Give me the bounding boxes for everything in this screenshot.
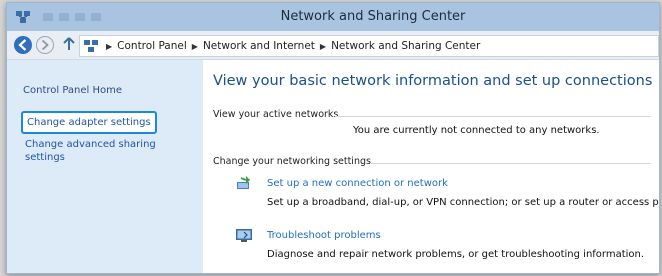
main-content: View your basic network information and … [203, 60, 659, 273]
sidebar-item-control-panel-home[interactable]: Control Panel Home [23, 84, 122, 97]
breadcrumb-network-and-internet[interactable]: Network and Internet [203, 40, 315, 52]
sidebar-item-change-adapter-settings[interactable]: Change adapter settings [21, 111, 157, 134]
setup-connection-description: Set up a broadband, dial-up, or VPN conn… [267, 197, 660, 208]
change-settings-label: Change your networking settings [213, 156, 371, 167]
troubleshoot-icon[interactable] [235, 226, 253, 244]
breadcrumb-network-sharing-center[interactable]: Network and Sharing Center [331, 40, 480, 52]
sidebar-item-change-advanced-sharing[interactable]: Change advanced sharing settings [25, 138, 175, 164]
breadcrumb[interactable]: ▶ Control Panel ▶ Network and Internet ▶… [79, 35, 659, 57]
breadcrumb-control-panel[interactable]: Control Panel [117, 40, 187, 52]
address-bar: ▶ Control Panel ▶ Network and Internet ▶… [7, 31, 659, 60]
back-button[interactable] [13, 35, 33, 55]
up-arrow-icon[interactable] [61, 36, 77, 52]
network-sharing-center-window: Network and Sharing Center ▶ Control Pan… [6, 2, 660, 274]
chevron-right-icon[interactable]: ▶ [106, 42, 112, 51]
window-title: Network and Sharing Center [280, 9, 466, 24]
setup-connection-link[interactable]: Set up a new connection or network [267, 178, 448, 189]
troubleshoot-link[interactable]: Troubleshoot problems [267, 230, 381, 241]
chevron-right-icon[interactable]: ▶ [320, 42, 326, 51]
sidebar: Control Panel Home Change adapter settin… [7, 60, 203, 273]
troubleshoot-description: Diagnose and repair network problems, or… [267, 249, 645, 260]
forward-button[interactable] [35, 35, 55, 55]
page-title: View your basic network information and … [213, 73, 653, 89]
new-connection-icon[interactable] [235, 174, 253, 192]
no-network-message: You are currently not connected to any n… [353, 125, 600, 136]
title-bar: Network and Sharing Center [7, 3, 659, 31]
section-divider [371, 163, 651, 164]
chevron-right-icon[interactable]: ▶ [192, 42, 198, 51]
active-networks-label: View your active networks [213, 109, 339, 120]
section-divider [335, 116, 651, 117]
control-panel-icon [84, 40, 98, 52]
